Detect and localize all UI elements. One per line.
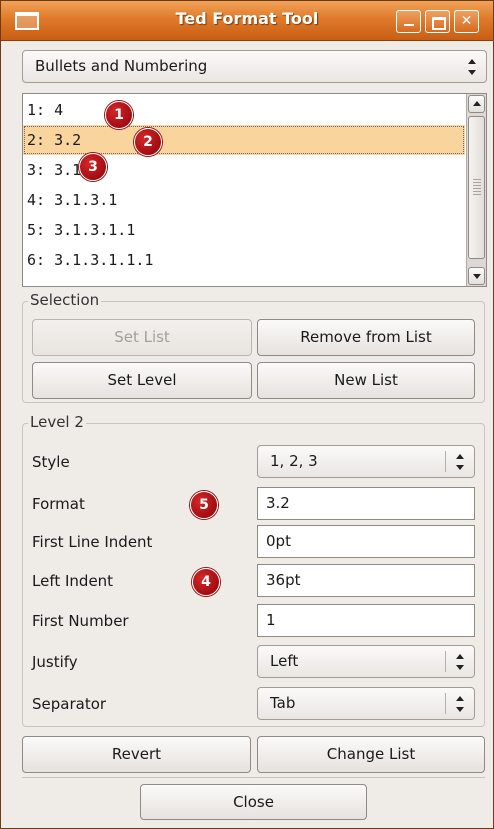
select-arrows-icon (455, 694, 465, 714)
scroll-down-icon[interactable] (468, 267, 485, 285)
list-levels[interactable]: 1: 4 2: 3.2 3: 3.1.4 4: 3.1.3.1 5: 3.1.3… (22, 93, 487, 287)
change-list-button[interactable]: Change List (257, 736, 485, 773)
first-line-indent-label: First Line Indent (32, 533, 153, 551)
callout-badge-2: 2 (134, 128, 162, 156)
justify-select[interactable]: Left (257, 645, 475, 678)
maximize-button[interactable] (425, 10, 450, 33)
select-arrows-icon (455, 652, 465, 672)
new-list-button[interactable]: New List (257, 362, 475, 399)
grip-icon (473, 179, 481, 197)
list-scrollbar[interactable] (466, 94, 486, 286)
list-item-selected[interactable]: 2: 3.2 (23, 125, 465, 155)
selection-frame-label: Selection (28, 291, 102, 309)
combo-separator (445, 651, 446, 672)
separator-select[interactable]: Tab (257, 687, 475, 720)
combo-separator (445, 451, 446, 472)
separator-select-value: Tab (270, 694, 296, 712)
style-label: Style (32, 453, 70, 471)
first-number-label: First Number (32, 612, 129, 630)
level-frame-label: Level 2 (28, 413, 86, 431)
style-select-value: 1, 2, 3 (270, 452, 318, 470)
remove-from-list-button[interactable]: Remove from List (257, 319, 475, 356)
list-item[interactable]: 5: 3.1.3.1.1 (23, 215, 465, 245)
list-item[interactable]: 6: 3.1.3.1.1.1 (23, 245, 465, 275)
first-line-indent-field[interactable]: 0pt (257, 525, 475, 558)
list-item[interactable]: 1: 4 (23, 95, 465, 125)
select-arrows-icon (455, 452, 465, 472)
tool-page-select-value: Bullets and Numbering (35, 57, 208, 75)
callout-badge-4: 4 (192, 568, 220, 596)
tool-page-select[interactable]: Bullets and Numbering (22, 50, 487, 83)
set-list-button[interactable]: Set List (32, 319, 252, 356)
left-indent-label: Left Indent (32, 572, 114, 590)
format-field[interactable]: 3.2 (257, 487, 475, 520)
callout-badge-3: 3 (79, 153, 107, 181)
set-level-button[interactable]: Set Level (32, 362, 252, 399)
separator-label: Separator (32, 695, 107, 713)
callout-badge-5: 5 (190, 491, 218, 519)
first-number-field[interactable]: 1 (257, 604, 475, 637)
justify-label: Justify (32, 653, 78, 671)
revert-button[interactable]: Revert (22, 736, 251, 773)
justify-select-value: Left (270, 652, 299, 670)
scroll-up-icon[interactable] (468, 95, 485, 113)
select-arrows-icon (467, 57, 477, 77)
left-indent-field[interactable]: 36pt (257, 564, 475, 597)
close-button[interactable]: Close (140, 784, 367, 820)
format-label: Format (32, 495, 85, 513)
divider (22, 777, 485, 778)
scroll-thumb[interactable] (468, 116, 485, 259)
callout-badge-1: 1 (105, 101, 133, 129)
style-select[interactable]: 1, 2, 3 (257, 445, 475, 478)
combo-separator (445, 693, 446, 714)
close-window-button[interactable]: ✕ (454, 10, 479, 33)
list-item[interactable]: 4: 3.1.3.1 (23, 185, 465, 215)
title-bar[interactable]: Ted Format Tool ✕ (1, 1, 493, 41)
minimize-button[interactable] (396, 10, 421, 33)
format-tool-window: Ted Format Tool ✕ Bullets and Numbering … (0, 0, 494, 829)
